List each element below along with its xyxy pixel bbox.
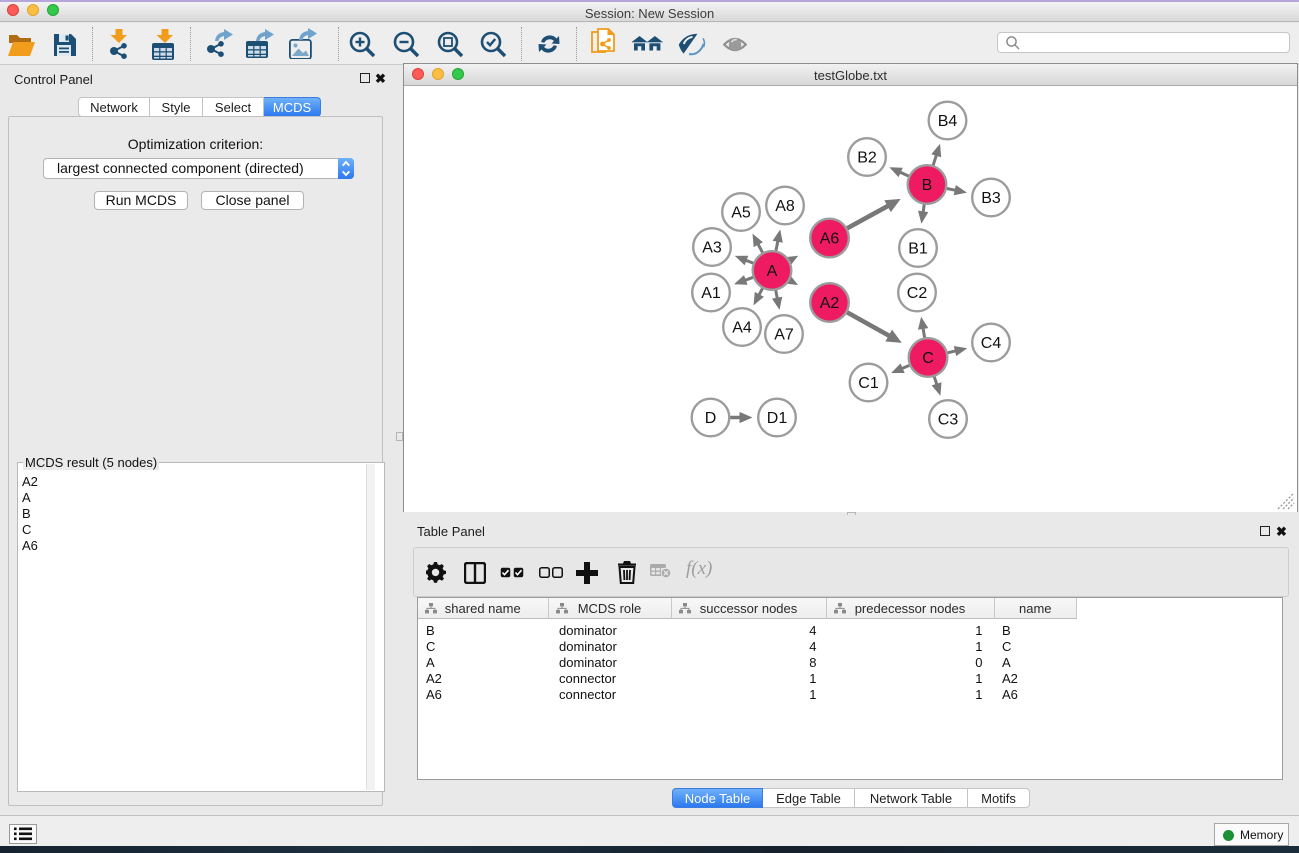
- svg-text:B1: B1: [908, 241, 928, 258]
- svg-text:A7: A7: [774, 327, 794, 344]
- svg-text:A1: A1: [701, 285, 721, 302]
- svg-text:C: C: [922, 350, 934, 367]
- svg-text:B2: B2: [857, 150, 877, 167]
- svg-text:B: B: [922, 177, 933, 194]
- svg-text:B4: B4: [938, 113, 958, 130]
- svg-text:C4: C4: [981, 335, 1002, 352]
- svg-text:C2: C2: [907, 285, 928, 302]
- svg-text:C3: C3: [938, 412, 959, 429]
- svg-text:A8: A8: [775, 198, 795, 215]
- svg-text:B3: B3: [981, 190, 1001, 207]
- svg-text:D: D: [705, 410, 717, 427]
- svg-text:A4: A4: [732, 320, 752, 337]
- svg-text:A6: A6: [820, 231, 840, 248]
- svg-text:A5: A5: [731, 205, 751, 222]
- svg-text:D1: D1: [767, 410, 788, 427]
- svg-text:A3: A3: [702, 240, 722, 257]
- svg-text:A: A: [767, 263, 778, 280]
- svg-text:A2: A2: [820, 295, 840, 312]
- svg-text:C1: C1: [858, 375, 879, 392]
